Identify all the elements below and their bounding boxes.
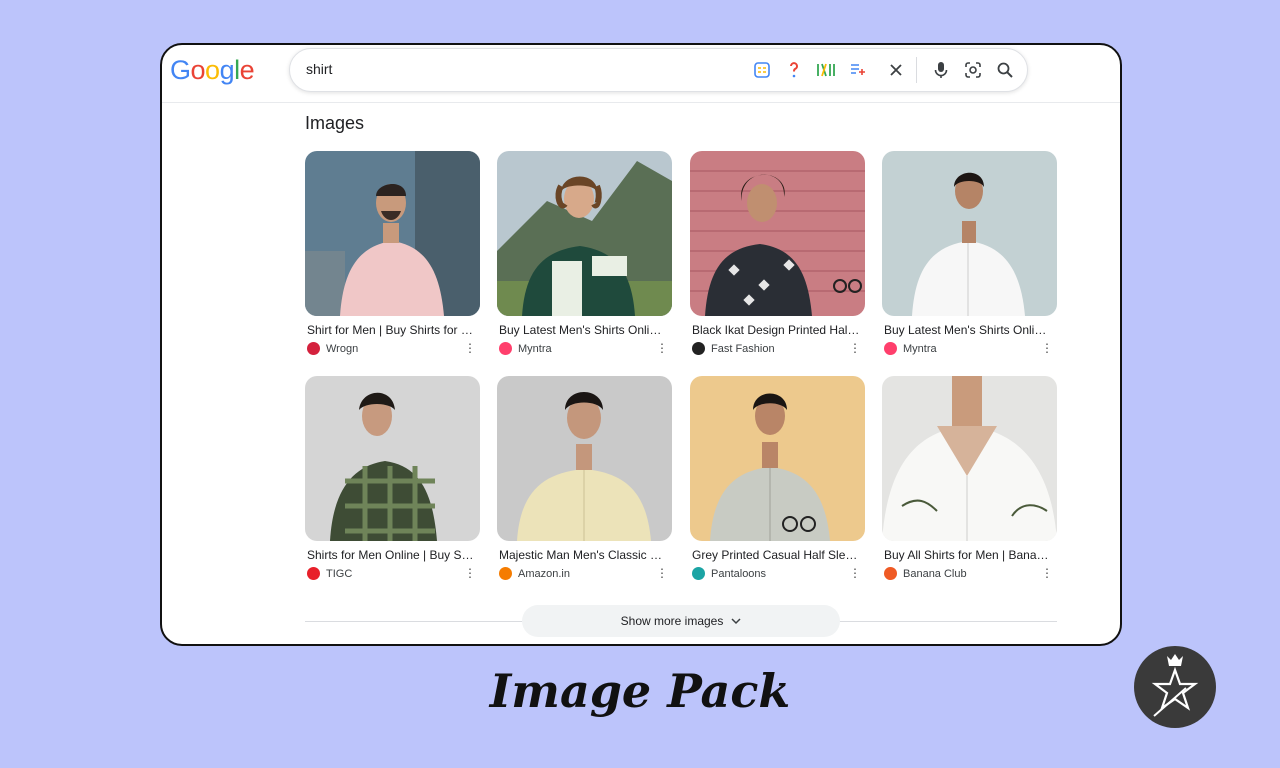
source-favicon bbox=[499, 567, 512, 580]
image-result[interactable]: Grey Printed Casual Half Sle… Pantaloons… bbox=[690, 376, 865, 580]
more-options-icon[interactable]: ⋮ bbox=[849, 342, 861, 354]
source-favicon bbox=[307, 567, 320, 580]
result-thumbnail[interactable] bbox=[690, 151, 865, 316]
clear-icon[interactable] bbox=[882, 56, 910, 84]
section-title: Images bbox=[305, 113, 365, 133]
result-caption[interactable]: Black Ikat Design Printed Half… bbox=[690, 323, 860, 337]
result-thumbnail[interactable] bbox=[882, 376, 1057, 541]
logo-letter: o bbox=[205, 55, 220, 85]
logo-letter: o bbox=[190, 55, 206, 85]
result-source[interactable]: TIGC ⋮ bbox=[305, 567, 480, 580]
more-options-icon[interactable]: ⋮ bbox=[464, 567, 476, 579]
result-caption[interactable]: Majestic Man Men's Classic S… bbox=[497, 548, 667, 562]
image-result[interactable]: Shirt for Men | Buy Shirts for … Wrogn ⋮ bbox=[305, 151, 480, 355]
show-more-button[interactable]: Show more images bbox=[522, 605, 840, 637]
more-options-icon[interactable]: ⋮ bbox=[1041, 567, 1053, 579]
result-caption[interactable]: Buy All Shirts for Men | Banan… bbox=[882, 548, 1052, 562]
show-more-label: Show more images bbox=[620, 614, 724, 628]
page-caption: Image Pack bbox=[489, 664, 791, 718]
more-options-icon[interactable]: ⋮ bbox=[656, 342, 668, 354]
question-icon[interactable] bbox=[780, 56, 808, 84]
result-thumbnail[interactable] bbox=[497, 151, 672, 316]
source-name: Pantaloons bbox=[711, 567, 767, 580]
more-options-icon[interactable]: ⋮ bbox=[464, 342, 476, 354]
source-favicon bbox=[499, 342, 512, 355]
source-favicon bbox=[884, 567, 897, 580]
result-caption[interactable]: Grey Printed Casual Half Sle… bbox=[690, 548, 860, 562]
search-divider bbox=[916, 57, 917, 83]
source-favicon bbox=[692, 567, 705, 580]
result-source[interactable]: Myntra ⋮ bbox=[882, 342, 1057, 355]
image-result[interactable]: Black Ikat Design Printed Half… Fast Fas… bbox=[690, 151, 865, 355]
result-thumbnail[interactable] bbox=[497, 376, 672, 541]
list-add-icon[interactable] bbox=[844, 56, 872, 84]
result-thumbnail[interactable] bbox=[305, 376, 480, 541]
result-thumbnail[interactable] bbox=[882, 151, 1057, 316]
search-icon[interactable] bbox=[991, 56, 1019, 84]
search-input[interactable]: shirt bbox=[306, 61, 332, 77]
result-source[interactable]: Banana Club ⋮ bbox=[882, 567, 1057, 580]
source-name: TIGC bbox=[326, 567, 353, 580]
logo-letter: G bbox=[170, 55, 191, 85]
camera-lens-icon[interactable] bbox=[959, 56, 987, 84]
source-name: Myntra bbox=[903, 342, 937, 355]
image-result[interactable]: Shirts for Men Online | Buy S… TIGC ⋮ bbox=[305, 376, 480, 580]
doodle-icon[interactable] bbox=[812, 56, 840, 84]
source-name: Myntra bbox=[518, 342, 552, 355]
image-result[interactable]: Majestic Man Men's Classic S… Amazon.in … bbox=[497, 376, 672, 580]
logo-letter: e bbox=[239, 55, 255, 85]
search-box[interactable]: shirt bbox=[289, 48, 1028, 92]
chevron-down-icon bbox=[731, 614, 741, 628]
more-options-icon[interactable]: ⋮ bbox=[656, 567, 668, 579]
image-result[interactable]: Buy Latest Men's Shirts Onlin… Myntra ⋮ bbox=[497, 151, 672, 355]
result-source[interactable]: Amazon.in ⋮ bbox=[497, 567, 672, 580]
result-caption[interactable]: Buy Latest Men's Shirts Onlin… bbox=[882, 323, 1052, 337]
result-source[interactable]: Pantaloons ⋮ bbox=[690, 567, 865, 580]
search-tools bbox=[744, 55, 1019, 85]
result-source[interactable]: Fast Fashion ⋮ bbox=[690, 342, 865, 355]
header-divider bbox=[162, 102, 1120, 103]
image-result[interactable]: Buy Latest Men's Shirts Onlin… Myntra ⋮ bbox=[882, 151, 1057, 355]
source-favicon bbox=[692, 342, 705, 355]
result-caption[interactable]: Shirt for Men | Buy Shirts for … bbox=[305, 323, 475, 337]
microphone-icon[interactable] bbox=[927, 56, 955, 84]
result-caption[interactable]: Buy Latest Men's Shirts Onlin… bbox=[497, 323, 667, 337]
tool-icon[interactable] bbox=[748, 56, 776, 84]
browser-frame: Google shirt Images Shirt for Men | Buy … bbox=[160, 43, 1122, 646]
source-name: Banana Club bbox=[903, 567, 967, 580]
image-result[interactable]: Buy All Shirts for Men | Banan… Banana C… bbox=[882, 376, 1057, 580]
star-crown-logo bbox=[1134, 646, 1216, 728]
google-logo[interactable]: Google bbox=[170, 55, 255, 86]
more-options-icon[interactable]: ⋮ bbox=[849, 567, 861, 579]
more-options-icon[interactable]: ⋮ bbox=[1041, 342, 1053, 354]
source-favicon bbox=[884, 342, 897, 355]
result-source[interactable]: Wrogn ⋮ bbox=[305, 342, 480, 355]
logo-letter: g bbox=[219, 55, 235, 85]
result-source[interactable]: Myntra ⋮ bbox=[497, 342, 672, 355]
source-name: Fast Fashion bbox=[711, 342, 775, 355]
source-name: Wrogn bbox=[326, 342, 359, 355]
source-name: Amazon.in bbox=[518, 567, 570, 580]
result-thumbnail[interactable] bbox=[305, 151, 480, 316]
result-caption[interactable]: Shirts for Men Online | Buy S… bbox=[305, 548, 475, 562]
source-favicon bbox=[307, 342, 320, 355]
result-thumbnail[interactable] bbox=[690, 376, 865, 541]
